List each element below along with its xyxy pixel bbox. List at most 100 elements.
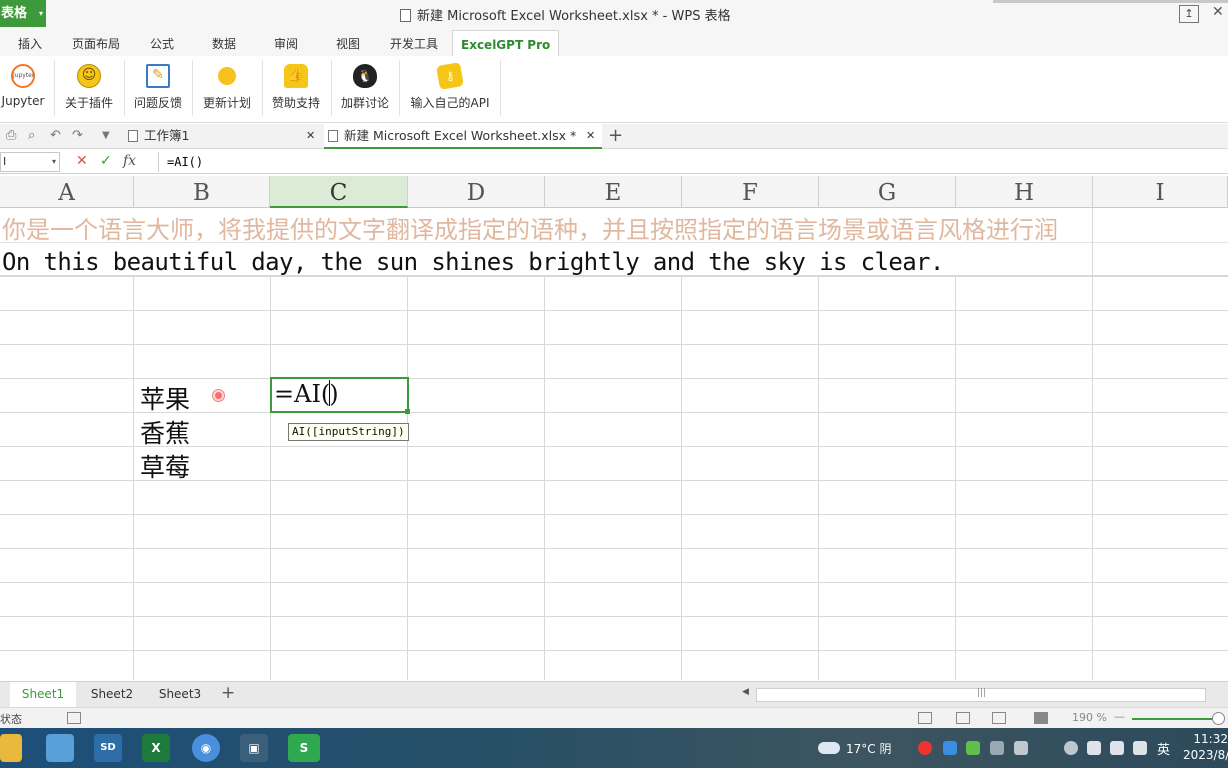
tab-view[interactable]: 视图	[336, 30, 360, 56]
doc-tab-worksheet[interactable]: 新建 Microsoft Excel Worksheet.xlsx * ✕	[324, 124, 602, 149]
jupyter-button[interactable]: jupyter Jupyter	[0, 56, 46, 118]
weather-widget[interactable]: 17°C 阴	[818, 740, 891, 757]
file-explorer-icon[interactable]	[0, 734, 22, 762]
zoom-level[interactable]: 190 %	[1072, 711, 1107, 724]
grid-column-line	[955, 208, 956, 680]
grid-row-line	[0, 616, 1228, 617]
tab-data[interactable]: 数据	[212, 30, 236, 56]
chevron-down-icon[interactable]: ▾	[52, 153, 56, 171]
cell-b6[interactable]: 苹果	[140, 380, 190, 416]
volume-tray-icon[interactable]	[1133, 741, 1147, 755]
column-header-g[interactable]: G	[819, 176, 956, 208]
ribbon-separator	[399, 60, 400, 116]
new-tab-plus-icon[interactable]: +	[608, 125, 623, 146]
sponsor-button[interactable]: 👍 赞助支持	[266, 56, 326, 118]
jupyter-button-label: Jupyter	[1, 94, 45, 108]
enter-api-button[interactable]: ⚷ 输入自己的API	[405, 56, 495, 118]
grid-column-line	[818, 208, 819, 680]
cell-a1-prompt[interactable]: 你是一个语言大师，将我提供的文字翻译成指定的语种，并且按照指定的语言场景或语言风…	[2, 210, 1058, 245]
grid-column-line	[544, 208, 545, 680]
doc-tab-label: 新建 Microsoft Excel Worksheet.xlsx *	[344, 128, 577, 143]
ribbon-separator	[500, 60, 501, 116]
reading-mode-icon[interactable]	[1034, 712, 1048, 724]
usb-tray-icon[interactable]	[1014, 741, 1028, 755]
fill-handle[interactable]	[405, 409, 410, 414]
tab-page-layout[interactable]: 页面布局	[72, 30, 120, 56]
sd-app-icon[interactable]: SD	[94, 734, 122, 762]
column-header-i[interactable]: I	[1093, 176, 1228, 208]
macro-record-icon[interactable]	[67, 712, 81, 724]
column-header-h[interactable]: H	[956, 176, 1093, 208]
cell-a2-sentence[interactable]: On this beautiful day, the sun shines br…	[2, 248, 944, 276]
task-view-icon[interactable]: ▣	[240, 734, 268, 762]
page-layout-view-icon[interactable]	[992, 712, 1006, 724]
wps-spreadsheet-icon[interactable]: S	[288, 734, 320, 762]
about-plugin-button[interactable]: ☺ 关于插件	[60, 56, 118, 118]
network-tray-icon[interactable]	[966, 741, 980, 755]
battery-tray-icon[interactable]	[1087, 741, 1101, 755]
grid-row-line	[0, 276, 1228, 277]
close-icon[interactable]: ✕	[1212, 4, 1224, 20]
tab-formulas[interactable]: 公式	[150, 30, 174, 56]
security-tray-icon[interactable]	[943, 741, 957, 755]
system-clock[interactable]: 11:32 2023/8/	[1183, 731, 1228, 763]
add-sheet-plus-icon[interactable]: +	[221, 683, 235, 703]
zoom-slider-knob[interactable]	[1212, 712, 1225, 725]
scroll-left-arrow-icon[interactable]: ◀	[742, 687, 749, 697]
confirm-icon[interactable]: ✓	[100, 153, 112, 169]
tab-review[interactable]: 审阅	[274, 30, 298, 56]
column-header-c[interactable]: C	[270, 176, 408, 208]
record-tray-icon[interactable]	[918, 741, 932, 755]
doc-tab-workbook1[interactable]: 工作簿1 ✕	[124, 124, 320, 149]
input-language-indicator[interactable]: 英	[1157, 739, 1170, 758]
tab-excelgpt-pro[interactable]: ExcelGPT Pro	[452, 30, 560, 56]
zoom-slider-track[interactable]	[1132, 718, 1218, 720]
cell-b8[interactable]: 草莓	[140, 448, 190, 484]
document-tab-bar: ⎙ ⌕ ↶ ↷ ▼ 工作簿1 ✕ 新建 Microsoft Excel Work…	[0, 124, 1228, 149]
app-launcher-icon[interactable]	[46, 734, 74, 762]
title-bar: 表格 ▾ 新建 Microsoft Excel Worksheet.xlsx *…	[0, 0, 1228, 30]
normal-view-icon[interactable]	[918, 712, 932, 724]
sheet-tab-2[interactable]: Sheet2	[80, 682, 144, 707]
cell-b7[interactable]: 香蕉	[140, 414, 190, 450]
column-header-d[interactable]: D	[408, 176, 545, 208]
tool-tray-icon[interactable]	[990, 741, 1004, 755]
column-header-f[interactable]: F	[682, 176, 819, 208]
print-icon[interactable]: ⎙	[6, 128, 16, 143]
horizontal-scrollbar[interactable]: |||	[756, 688, 1206, 702]
about-plugin-label: 关于插件	[64, 96, 113, 110]
wifi-tray-icon[interactable]	[1110, 741, 1124, 755]
tab-insert[interactable]: 插入	[18, 30, 42, 56]
column-header-a[interactable]: A	[0, 176, 134, 208]
sheet-tab-1[interactable]: Sheet1	[10, 682, 76, 707]
redo-icon[interactable]: ↷	[72, 128, 83, 143]
cell-editor[interactable]: =AI()	[274, 380, 339, 408]
restore-window-button[interactable]: ↥	[1179, 5, 1199, 23]
formula-input[interactable]: =AI()	[158, 152, 1228, 172]
chevron-down-icon: ▾	[38, 9, 43, 18]
close-tab-icon[interactable]: ✕	[586, 124, 595, 148]
insert-function-icon[interactable]: fx	[123, 153, 136, 169]
edit-icon: ✎	[146, 64, 170, 88]
browser-icon[interactable]: ◉	[192, 734, 220, 762]
excel-icon[interactable]: X	[142, 734, 170, 762]
print-preview-icon[interactable]: ⌕	[28, 128, 35, 143]
quick-access-dropdown-icon[interactable]: ▼	[102, 130, 110, 141]
app-menu-button[interactable]: 表格 ▾	[0, 0, 46, 27]
cancel-icon[interactable]: ✕	[76, 153, 88, 169]
sheet-tab-3[interactable]: Sheet3	[148, 682, 212, 707]
join-group-button[interactable]: 🐧 加群讨论	[335, 56, 395, 118]
spreadsheet-grid[interactable]: 你是一个语言大师，将我提供的文字翻译成指定的语种，并且按照指定的语言场景或语言风…	[0, 208, 1228, 680]
page-break-view-icon[interactable]	[956, 712, 970, 724]
undo-icon[interactable]: ↶	[50, 128, 61, 143]
tab-developer[interactable]: 开发工具	[390, 30, 438, 56]
close-tab-icon[interactable]: ✕	[306, 124, 315, 148]
name-box[interactable]: I ▾	[0, 152, 60, 172]
column-header-e[interactable]: E	[545, 176, 682, 208]
zoom-out-icon[interactable]: —	[1114, 710, 1125, 723]
grid-column-line	[133, 208, 134, 680]
settings-tray-icon[interactable]	[1064, 741, 1078, 755]
feedback-button[interactable]: ✎ 问题反馈	[130, 56, 186, 118]
column-header-b[interactable]: B	[134, 176, 270, 208]
update-plan-button[interactable]: 更新计划	[198, 56, 256, 118]
